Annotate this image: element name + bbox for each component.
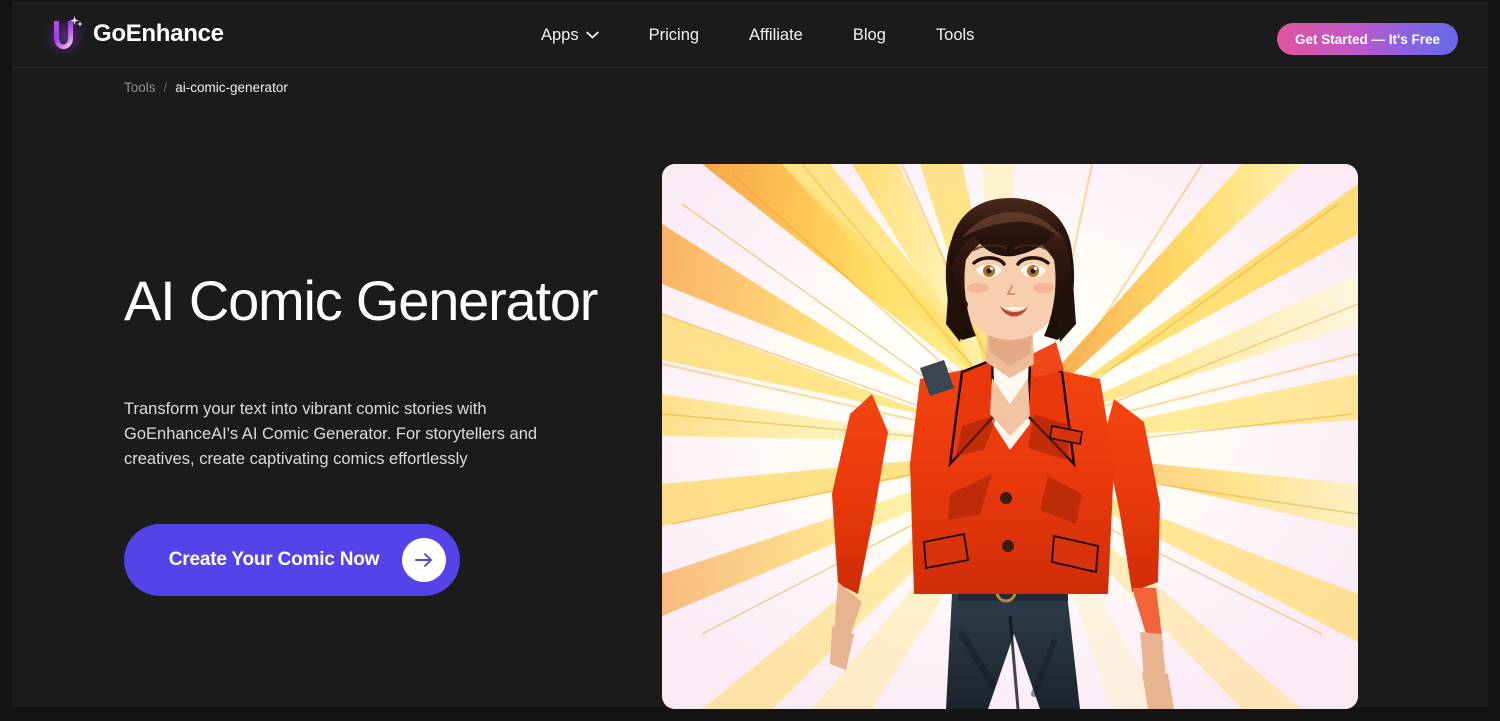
site-header: GoEnhance Apps Pricing Affiliate Blog To… — [12, 2, 1488, 68]
breadcrumb-current: ai-comic-generator — [175, 80, 288, 95]
nav-item-apps-label: Apps — [541, 25, 579, 44]
hero-description: Transform your text into vibrant comic s… — [124, 399, 538, 468]
brand-name: GoEnhance — [93, 20, 224, 47]
hero-content: AI Comic Generator Transform your text i… — [124, 269, 644, 597]
nav-item-pricing-label: Pricing — [648, 25, 700, 44]
nav-item-apps[interactable]: Apps — [541, 26, 599, 45]
hero-image — [662, 164, 1358, 709]
arrow-right-glyph — [415, 553, 432, 567]
nav-item-tools[interactable]: Tools — [936, 26, 975, 45]
page-title: AI Comic Generator — [124, 269, 598, 332]
nav-item-affiliate[interactable]: Affiliate — [749, 26, 803, 45]
nav-item-tools-label: Tools — [935, 25, 975, 44]
create-comic-button-label: Create Your Comic Now — [168, 549, 380, 571]
arrow-right-icon — [402, 538, 446, 583]
page-root: GoEnhance Apps Pricing Affiliate Blog To… — [0, 0, 1500, 721]
sparkle-star-small-icon — [77, 21, 83, 27]
nav-item-pricing[interactable]: Pricing — [649, 26, 699, 45]
create-your-comic-now-button[interactable]: Create Your Comic Now — [124, 524, 460, 597]
nav-item-affiliate-label: Affiliate — [749, 25, 803, 44]
goenhance-u-logo-icon — [44, 15, 86, 55]
chevron-down-icon — [585, 31, 599, 39]
hero-illustration — [662, 164, 1358, 709]
nav-item-blog[interactable]: Blog — [853, 26, 886, 45]
get-started-button[interactable]: Get Started — It's Free — [1277, 23, 1458, 55]
breadcrumb: Tools / ai-comic-generator — [124, 80, 288, 95]
main-navigation: Apps Pricing Affiliate Blog Tools — [541, 2, 974, 68]
brand-logo[interactable]: GoEnhance — [44, 15, 224, 55]
breadcrumb-separator: / — [163, 80, 168, 95]
breadcrumb-parent-link[interactable]: Tools — [124, 80, 156, 95]
nav-item-blog-label: Blog — [852, 25, 886, 44]
